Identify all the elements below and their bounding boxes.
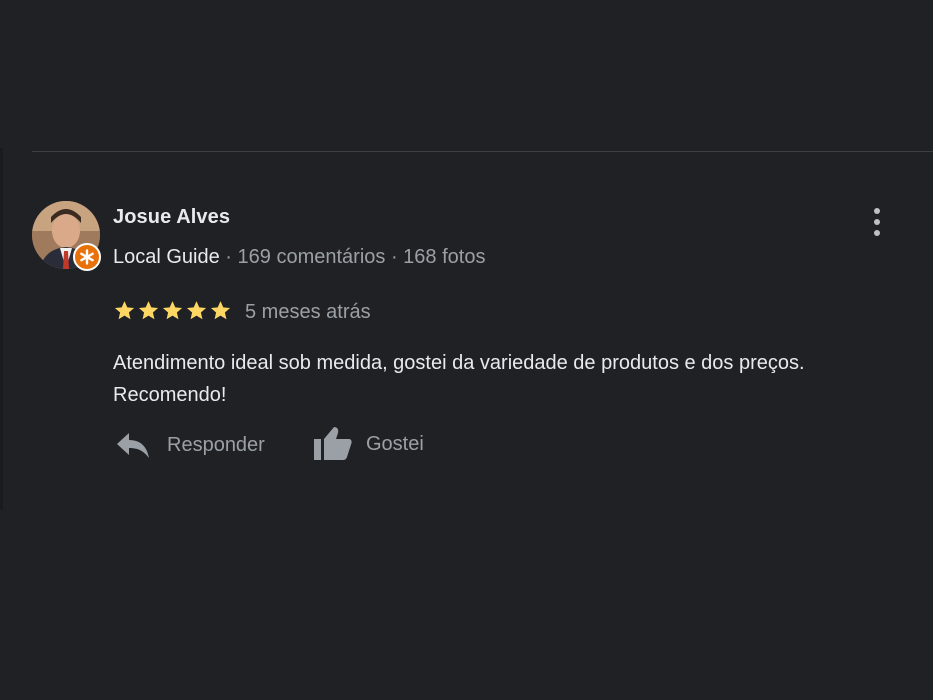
review-date: 5 meses atrás [245, 300, 371, 323]
local-guide-badge-icon [73, 243, 101, 271]
reviewer-name[interactable]: Josue Alves [113, 206, 230, 229]
star-icon [186, 300, 207, 319]
review-text: Atendimento ideal sob medida, gostei da … [113, 352, 805, 406]
like-button[interactable]: Gostei [312, 426, 424, 462]
rating-row: 5 meses atrás [113, 297, 371, 323]
panel-edge [0, 148, 3, 510]
local-guide-label: Local Guide [113, 246, 220, 268]
star-rating [113, 299, 232, 322]
reviewer-stats: · 169 comentários · 168 fotos [219, 246, 486, 268]
menu-dot [874, 219, 880, 225]
reply-icon [117, 433, 149, 458]
review-panel: Josue Alves Local Guide · 169 comentário… [0, 0, 933, 700]
reply-button[interactable]: Responder [116, 430, 265, 460]
like-label: Gostei [366, 432, 424, 455]
thumb-up-icon [314, 427, 352, 460]
star-icon [114, 300, 135, 319]
star-icon [162, 300, 183, 319]
more-options-icon[interactable] [862, 204, 894, 240]
menu-dot [874, 230, 880, 236]
section-divider [32, 151, 933, 152]
star-icon [138, 300, 159, 319]
star-icon [210, 300, 231, 319]
menu-dot [874, 208, 880, 214]
reply-label: Responder [167, 433, 265, 456]
reviewer-meta[interactable]: Local Guide · 169 comentários · 168 foto… [113, 246, 485, 269]
